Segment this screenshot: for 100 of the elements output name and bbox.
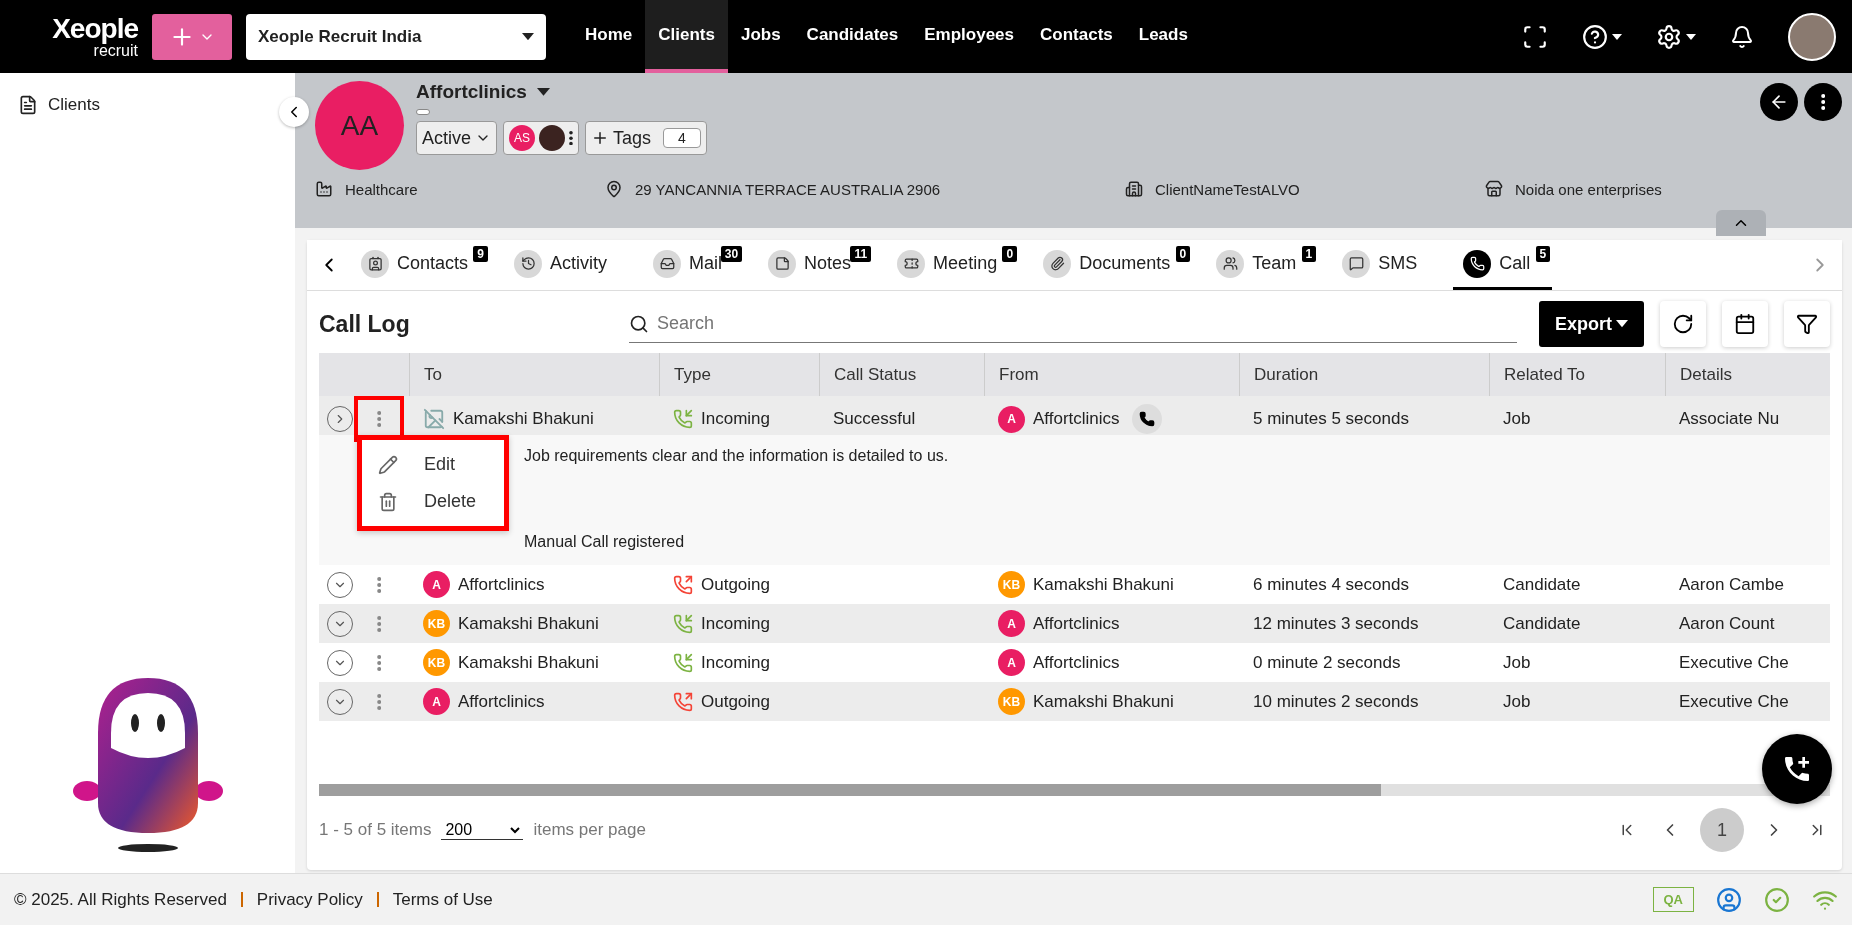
tab[interactable]: Contacts 9 xyxy=(351,240,491,290)
user-avatar[interactable] xyxy=(1788,12,1836,61)
initials-avatar: KB xyxy=(423,649,450,676)
count-badge: 0 xyxy=(1175,246,1191,262)
table-cell: Kamakshi Bhakuni xyxy=(1033,691,1174,712)
count-badge: 1 xyxy=(1301,246,1317,262)
table-cell: Aaron Cambe xyxy=(1679,574,1784,595)
table-cell: Kamakshi Bhakuni xyxy=(1033,574,1174,595)
client-avatar: AA xyxy=(315,81,404,170)
count-badge: 11 xyxy=(850,246,872,262)
sidebar-item[interactable]: Clients xyxy=(18,95,277,115)
filter-button[interactable] xyxy=(1784,301,1830,347)
footer-link[interactable]: Privacy Policy xyxy=(256,889,363,910)
initials-avatar: A xyxy=(998,405,1025,433)
store-icon xyxy=(1485,180,1503,198)
add-button[interactable] xyxy=(152,13,232,60)
tab[interactable]: SMS xyxy=(1332,240,1440,290)
table-cell: Affortclinics xyxy=(1033,409,1120,429)
refresh-button[interactable] xyxy=(1660,301,1706,347)
count-badge: 0 xyxy=(1002,246,1018,262)
more-icon xyxy=(569,130,573,146)
bell-icon[interactable] xyxy=(1730,24,1754,49)
table-cell: Affortclinics xyxy=(458,574,545,595)
tags-button[interactable]: Tags 4 xyxy=(585,121,707,155)
more-icon xyxy=(1820,94,1826,110)
more-button[interactable] xyxy=(1804,83,1842,121)
footer-link[interactable]: Terms of Use xyxy=(392,889,493,910)
people-icon xyxy=(1216,249,1245,278)
nav-link[interactable]: Leads xyxy=(1125,0,1201,73)
search-field[interactable]: Search xyxy=(655,312,1517,335)
paperclip-icon xyxy=(1043,249,1072,278)
tab[interactable]: Documents 0 xyxy=(1033,240,1193,290)
table-cell: Job xyxy=(1503,409,1531,429)
nav-link[interactable]: Contacts xyxy=(1027,0,1126,73)
workspace-dropdown[interactable]: Xeople Recruit India xyxy=(246,13,546,60)
table-cell: Affortclinics xyxy=(1033,652,1120,673)
settings-menu-button[interactable] xyxy=(1656,23,1696,50)
trash-icon xyxy=(378,491,398,512)
user-icon[interactable] xyxy=(1716,886,1742,913)
help-menu-button[interactable] xyxy=(1582,23,1622,50)
menu-item[interactable]: Edit xyxy=(362,446,504,483)
export-button[interactable]: Export xyxy=(1539,301,1644,347)
table-cell: 0 minute 2 seconds xyxy=(1253,652,1401,673)
info-text: ClientNameTestALVO xyxy=(1155,180,1300,198)
help-icon xyxy=(1582,23,1608,50)
menu-item[interactable]: Delete xyxy=(362,483,504,520)
logo: Xeople recruit xyxy=(51,14,138,59)
plus-icon xyxy=(591,129,609,147)
table-cell: 6 minutes 4 seconds xyxy=(1253,574,1409,595)
nav-link[interactable]: Candidates xyxy=(793,0,912,73)
table-cell: 10 minutes 2 seconds xyxy=(1253,691,1419,712)
tab[interactable]: Team 1 xyxy=(1206,240,1319,290)
detail-text: Manual Call registered xyxy=(524,533,686,551)
nav-link[interactable]: Employees xyxy=(911,0,1027,73)
tab[interactable]: Meeting 0 xyxy=(887,240,1020,290)
refresh-icon xyxy=(1672,313,1694,335)
factory-icon xyxy=(315,180,333,198)
nav-link[interactable]: Home xyxy=(572,0,646,73)
more-icon xyxy=(376,693,382,710)
tab[interactable]: Activity xyxy=(504,240,630,290)
add-call-button[interactable] xyxy=(1762,734,1832,804)
table-cell: Executive Che xyxy=(1679,652,1789,673)
table-cell: Candidate xyxy=(1503,574,1581,595)
building-icon xyxy=(1125,180,1143,198)
horizontal-scrollbar[interactable] xyxy=(319,784,1830,796)
table-cell: Job xyxy=(1503,691,1531,712)
table-cell: Successful xyxy=(833,409,916,429)
count-badge: 5 xyxy=(1535,246,1551,262)
initials-avatar: A xyxy=(423,571,450,598)
tab[interactable]: Call 5 xyxy=(1453,240,1553,290)
table-cell: Candidate xyxy=(1503,613,1581,634)
search-icon xyxy=(629,313,649,334)
pencil-icon xyxy=(378,454,398,475)
outgoing-call-icon xyxy=(673,691,693,712)
nav-link[interactable]: Jobs xyxy=(727,0,794,73)
table-cell: Outgoing xyxy=(701,574,770,595)
status-dropdown[interactable]: Active xyxy=(416,121,498,155)
back-button[interactable] xyxy=(1760,83,1798,121)
fullscreen-icon[interactable] xyxy=(1522,23,1548,50)
check-icon[interactable] xyxy=(1764,886,1790,913)
incoming-call-icon xyxy=(673,409,693,429)
table-cell: Kamakshi Bhakuni xyxy=(458,652,599,673)
info-text: Healthcare xyxy=(345,180,418,198)
caret-icon xyxy=(1616,320,1628,328)
tags-label: Tags xyxy=(613,127,651,149)
caret-icon xyxy=(536,88,550,96)
page-button[interactable]: 1 xyxy=(1700,808,1744,852)
outgoing-call-icon xyxy=(673,574,693,595)
copyright-text: © 2025. All Rights Reserved xyxy=(14,889,227,910)
tag-count: 4 xyxy=(663,128,701,148)
call-button[interactable] xyxy=(1131,404,1162,434)
calendar-button[interactable] xyxy=(1722,301,1768,347)
collapse-button[interactable] xyxy=(279,97,309,127)
nav-link[interactable]: Clients xyxy=(645,0,728,73)
more-icon xyxy=(376,654,382,671)
detail-text: Job requirements clear and the information is detailed to us. xyxy=(524,447,950,465)
owners-chip[interactable]: AS xyxy=(503,121,579,155)
settings-icon xyxy=(1656,23,1682,50)
table-cell: Aaron Count xyxy=(1679,613,1775,634)
per-page-select[interactable]: 200 xyxy=(441,820,524,840)
